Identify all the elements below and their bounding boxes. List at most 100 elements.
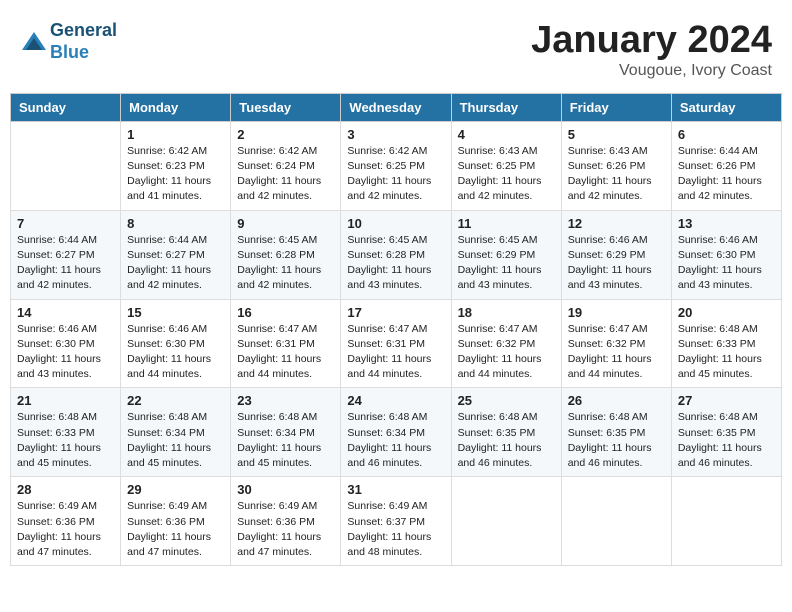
day-number: 23 (237, 393, 334, 408)
weekday-header-thursday: Thursday (451, 93, 561, 121)
cell-sun-info: Sunrise: 6:49 AM Sunset: 6:37 PM Dayligh… (347, 499, 444, 560)
calendar-week-row: 14 Sunrise: 6:46 AM Sunset: 6:30 PM Dayli… (11, 299, 782, 388)
cell-sun-info: Sunrise: 6:46 AM Sunset: 6:29 PM Dayligh… (568, 233, 665, 294)
cell-sun-info: Sunrise: 6:48 AM Sunset: 6:34 PM Dayligh… (127, 410, 224, 471)
calendar-cell: 5 Sunrise: 6:43 AM Sunset: 6:26 PM Daylig… (561, 121, 671, 210)
title-block: January 2024 Vougoue, Ivory Coast (531, 20, 772, 80)
day-number: 27 (678, 393, 775, 408)
calendar-cell: 22 Sunrise: 6:48 AM Sunset: 6:34 PM Dayli… (121, 388, 231, 477)
day-number: 3 (347, 127, 444, 142)
logo-icon (20, 28, 48, 56)
day-number: 30 (237, 482, 334, 497)
calendar-cell: 31 Sunrise: 6:49 AM Sunset: 6:37 PM Dayli… (341, 477, 451, 566)
calendar-cell: 27 Sunrise: 6:48 AM Sunset: 6:35 PM Dayli… (671, 388, 781, 477)
logo-line1: General (50, 20, 117, 42)
weekday-header-wednesday: Wednesday (341, 93, 451, 121)
cell-sun-info: Sunrise: 6:42 AM Sunset: 6:25 PM Dayligh… (347, 144, 444, 205)
calendar-cell: 8 Sunrise: 6:44 AM Sunset: 6:27 PM Daylig… (121, 210, 231, 299)
cell-sun-info: Sunrise: 6:47 AM Sunset: 6:32 PM Dayligh… (568, 322, 665, 383)
day-number: 20 (678, 305, 775, 320)
cell-sun-info: Sunrise: 6:44 AM Sunset: 6:27 PM Dayligh… (17, 233, 114, 294)
day-number: 24 (347, 393, 444, 408)
day-number: 12 (568, 216, 665, 231)
cell-sun-info: Sunrise: 6:48 AM Sunset: 6:35 PM Dayligh… (678, 410, 775, 471)
cell-sun-info: Sunrise: 6:44 AM Sunset: 6:27 PM Dayligh… (127, 233, 224, 294)
weekday-header-monday: Monday (121, 93, 231, 121)
calendar-cell: 29Sunrise: 6:49 AM Sunset: 6:36 PM Dayli… (121, 477, 231, 566)
cell-sun-info: Sunrise: 6:48 AM Sunset: 6:34 PM Dayligh… (237, 410, 334, 471)
day-number: 5 (568, 127, 665, 142)
calendar-cell: 14 Sunrise: 6:46 AM Sunset: 6:30 PM Dayli… (11, 299, 121, 388)
calendar-cell: 13 Sunrise: 6:46 AM Sunset: 6:30 PM Dayli… (671, 210, 781, 299)
day-number: 8 (127, 216, 224, 231)
cell-sun-info: Sunrise: 6:43 AM Sunset: 6:26 PM Dayligh… (568, 144, 665, 205)
day-number: 15 (127, 305, 224, 320)
calendar-cell: 20 Sunrise: 6:48 AM Sunset: 6:33 PM Dayli… (671, 299, 781, 388)
logo: General Blue (20, 20, 117, 63)
calendar-cell (451, 477, 561, 566)
calendar-cell: 2Sunrise: 6:42 AM Sunset: 6:24 PM Daylig… (231, 121, 341, 210)
weekday-header-sunday: Sunday (11, 93, 121, 121)
month-year-title: January 2024 (531, 20, 772, 62)
cell-sun-info: Sunrise: 6:48 AM Sunset: 6:34 PM Dayligh… (347, 410, 444, 471)
cell-sun-info: Sunrise: 6:46 AM Sunset: 6:30 PM Dayligh… (127, 322, 224, 383)
day-number: 25 (458, 393, 555, 408)
calendar-cell: 28Sunrise: 6:49 AM Sunset: 6:36 PM Dayli… (11, 477, 121, 566)
day-number: 22 (127, 393, 224, 408)
day-number: 6 (678, 127, 775, 142)
day-number: 7 (17, 216, 114, 231)
day-number: 14 (17, 305, 114, 320)
calendar-cell: 21Sunrise: 6:48 AM Sunset: 6:33 PM Dayli… (11, 388, 121, 477)
calendar-week-row: 28Sunrise: 6:49 AM Sunset: 6:36 PM Dayli… (11, 477, 782, 566)
day-number: 18 (458, 305, 555, 320)
day-number: 29 (127, 482, 224, 497)
cell-sun-info: Sunrise: 6:45 AM Sunset: 6:29 PM Dayligh… (458, 233, 555, 294)
cell-sun-info: Sunrise: 6:48 AM Sunset: 6:33 PM Dayligh… (678, 322, 775, 383)
calendar-cell: 9 Sunrise: 6:45 AM Sunset: 6:28 PM Daylig… (231, 210, 341, 299)
cell-sun-info: Sunrise: 6:42 AM Sunset: 6:24 PM Dayligh… (237, 144, 334, 205)
calendar-cell (11, 121, 121, 210)
day-number: 1 (127, 127, 224, 142)
location-subtitle: Vougoue, Ivory Coast (531, 62, 772, 80)
calendar-cell: 15 Sunrise: 6:46 AM Sunset: 6:30 PM Dayli… (121, 299, 231, 388)
calendar-cell (561, 477, 671, 566)
cell-sun-info: Sunrise: 6:46 AM Sunset: 6:30 PM Dayligh… (678, 233, 775, 294)
calendar-week-row: 21Sunrise: 6:48 AM Sunset: 6:33 PM Dayli… (11, 388, 782, 477)
logo-line2: Blue (50, 42, 117, 64)
calendar-cell: 10Sunrise: 6:45 AM Sunset: 6:28 PM Dayli… (341, 210, 451, 299)
cell-sun-info: Sunrise: 6:49 AM Sunset: 6:36 PM Dayligh… (17, 499, 114, 560)
cell-sun-info: Sunrise: 6:45 AM Sunset: 6:28 PM Dayligh… (347, 233, 444, 294)
day-number: 16 (237, 305, 334, 320)
cell-sun-info: Sunrise: 6:46 AM Sunset: 6:30 PM Dayligh… (17, 322, 114, 383)
cell-sun-info: Sunrise: 6:48 AM Sunset: 6:35 PM Dayligh… (458, 410, 555, 471)
calendar-cell: 6Sunrise: 6:44 AM Sunset: 6:26 PM Daylig… (671, 121, 781, 210)
day-number: 4 (458, 127, 555, 142)
weekday-header-tuesday: Tuesday (231, 93, 341, 121)
calendar-cell: 16Sunrise: 6:47 AM Sunset: 6:31 PM Dayli… (231, 299, 341, 388)
cell-sun-info: Sunrise: 6:43 AM Sunset: 6:25 PM Dayligh… (458, 144, 555, 205)
cell-sun-info: Sunrise: 6:45 AM Sunset: 6:28 PM Dayligh… (237, 233, 334, 294)
calendar-cell: 25 Sunrise: 6:48 AM Sunset: 6:35 PM Dayli… (451, 388, 561, 477)
cell-sun-info: Sunrise: 6:48 AM Sunset: 6:35 PM Dayligh… (568, 410, 665, 471)
day-number: 31 (347, 482, 444, 497)
calendar-cell: 19 Sunrise: 6:47 AM Sunset: 6:32 PM Dayli… (561, 299, 671, 388)
calendar-cell: 26Sunrise: 6:48 AM Sunset: 6:35 PM Dayli… (561, 388, 671, 477)
day-number: 9 (237, 216, 334, 231)
calendar-week-row: 7 Sunrise: 6:44 AM Sunset: 6:27 PM Daylig… (11, 210, 782, 299)
calendar-cell: 24 Sunrise: 6:48 AM Sunset: 6:34 PM Dayli… (341, 388, 451, 477)
day-number: 19 (568, 305, 665, 320)
day-number: 13 (678, 216, 775, 231)
page-header: General Blue January 2024 Vougoue, Ivory… (10, 10, 782, 85)
calendar-cell: 7 Sunrise: 6:44 AM Sunset: 6:27 PM Daylig… (11, 210, 121, 299)
calendar-cell: 1Sunrise: 6:42 AM Sunset: 6:23 PM Daylig… (121, 121, 231, 210)
calendar-cell: 12 Sunrise: 6:46 AM Sunset: 6:29 PM Dayli… (561, 210, 671, 299)
cell-sun-info: Sunrise: 6:48 AM Sunset: 6:33 PM Dayligh… (17, 410, 114, 471)
day-number: 11 (458, 216, 555, 231)
calendar-cell: 3 Sunrise: 6:42 AM Sunset: 6:25 PM Daylig… (341, 121, 451, 210)
day-number: 17 (347, 305, 444, 320)
cell-sun-info: Sunrise: 6:49 AM Sunset: 6:36 PM Dayligh… (237, 499, 334, 560)
calendar-table: SundayMondayTuesdayWednesdayThursdayFrid… (10, 93, 782, 566)
calendar-cell: 23 Sunrise: 6:48 AM Sunset: 6:34 PM Dayli… (231, 388, 341, 477)
weekday-header-row: SundayMondayTuesdayWednesdayThursdayFrid… (11, 93, 782, 121)
calendar-cell: 17Sunrise: 6:47 AM Sunset: 6:31 PM Dayli… (341, 299, 451, 388)
